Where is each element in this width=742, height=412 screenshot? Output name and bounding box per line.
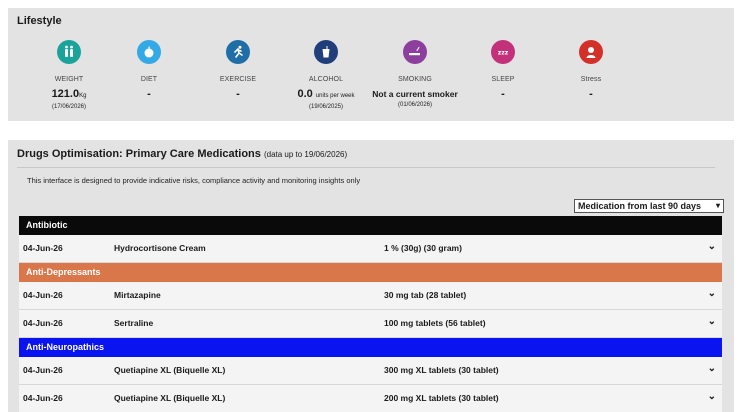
category-header-antibiotic: Antibiotic (19, 216, 722, 235)
medication-row[interactable]: 04-Jun-26 Hydrocortisone Cream 1 % (30g)… (19, 235, 722, 263)
medication-row[interactable]: 04-Jun-26 Quetiapine XL (Biquelle XL) 20… (19, 385, 722, 412)
medication-row[interactable]: 04-Jun-26 Mirtazapine 30 mg tab (28 tabl… (19, 282, 722, 310)
drugs-panel: Drugs Optimisation: Primary Care Medicat… (8, 140, 734, 412)
metric-stress: Stress - (536, 40, 646, 100)
metric-date: (17/06/2026) (51, 104, 87, 110)
med-name: Mirtazapine (114, 290, 161, 300)
running-icon (226, 40, 250, 64)
sleep-icon: zzz (491, 40, 515, 64)
med-dose: 100 mg tablets (56 tablet) (384, 318, 486, 328)
med-dose: 200 mg XL tablets (30 tablet) (384, 393, 499, 403)
category-header-anti-depressants: Anti-Depressants (19, 263, 722, 282)
weight-icon (57, 40, 81, 64)
expand-chevron-icon[interactable]: ⌄ (708, 316, 716, 327)
med-dose: 1 % (30g) (30 gram) (384, 243, 462, 253)
expand-chevron-icon[interactable]: ⌄ (708, 391, 716, 402)
expand-chevron-icon[interactable]: ⌄ (708, 241, 716, 252)
med-dose: 30 mg tab (28 tablet) (384, 290, 467, 300)
svg-text:zzz: zzz (498, 50, 509, 57)
med-date: 04-Jun-26 (23, 290, 63, 300)
metric-label: Stress (580, 76, 602, 83)
med-date: 04-Jun-26 (23, 365, 63, 375)
apple-icon (137, 40, 161, 64)
medications-table: Antibiotic 04-Jun-26 Hydrocortisone Crea… (19, 216, 722, 412)
category-header-anti-neuropathics: Anti-Neuropathics (19, 338, 722, 357)
med-date: 04-Jun-26 (23, 393, 63, 403)
med-date: 04-Jun-26 (23, 318, 63, 328)
select-value: Medication from last 90 days (578, 201, 702, 211)
med-name: Quetiapine XL (Biquelle XL) (114, 393, 226, 403)
expand-chevron-icon[interactable]: ⌄ (708, 363, 716, 374)
cigarette-icon (403, 40, 427, 64)
med-name: Hydrocortisone Cream (114, 243, 206, 253)
med-dose: 300 mg XL tablets (30 tablet) (384, 365, 499, 375)
drink-icon (314, 40, 338, 64)
chevron-down-icon: ▾ (715, 201, 720, 210)
lifestyle-panel: Lifestyle WEIGHT 121.0Kg (17/06/2026) DI… (8, 8, 734, 121)
expand-chevron-icon[interactable]: ⌄ (708, 288, 716, 299)
stress-icon (579, 40, 603, 64)
med-name: Quetiapine XL (Biquelle XL) (114, 365, 226, 375)
lifestyle-title: Lifestyle (17, 15, 62, 27)
disclaimer-text: This interface is designed to provide in… (27, 176, 361, 185)
medication-period-select[interactable]: Medication from last 90 days ▾ (574, 199, 724, 213)
drugs-subtitle: (data up to 19/06/2026) (263, 150, 348, 159)
metric-value: - (589, 88, 593, 100)
med-name: Sertraline (114, 318, 154, 328)
metric-date: (01/06/2026) (397, 102, 433, 108)
medication-row[interactable]: 04-Jun-26 Quetiapine XL (Biquelle XL) 30… (19, 357, 722, 385)
drugs-title: Drugs Optimisation: Primary Care Medicat… (17, 148, 348, 160)
med-date: 04-Jun-26 (23, 243, 63, 253)
medication-row[interactable]: 04-Jun-26 Sertraline 100 mg tablets (56 … (19, 310, 722, 338)
divider (17, 167, 715, 168)
